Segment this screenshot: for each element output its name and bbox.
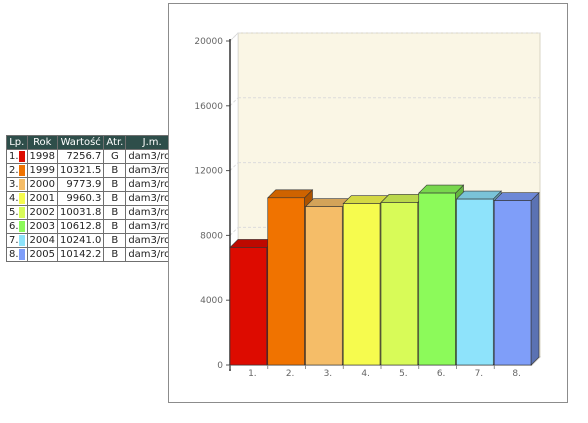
cell-lp: 2.: [7, 164, 27, 177]
x-tick-label: 6.: [437, 369, 446, 379]
cell-lp: 8.: [7, 248, 27, 261]
header-atr: Atr.: [104, 136, 126, 149]
x-tick-label: 8.: [512, 369, 521, 379]
table-row: 7. 2004 10241.0 Bdam3/rok: [7, 234, 179, 247]
cell-atr: B: [104, 220, 126, 233]
y-tick-label: 16000: [194, 102, 223, 112]
row-number: 1.: [9, 151, 19, 162]
cell-wartosc: 9960.3: [58, 192, 104, 205]
bar-top: [418, 184, 465, 194]
cell-atr: G: [104, 150, 126, 163]
legend-header-row: Lp. Rok Wartość Atr. J.m.: [7, 136, 179, 149]
row-number: 6.: [9, 221, 19, 232]
cell-atr: B: [104, 248, 126, 261]
x-tick-label: 1.: [248, 369, 257, 379]
bar-side: [530, 191, 540, 366]
bar: [418, 192, 456, 366]
table-row: 5. 2002 10031.8 Bdam3/rok: [7, 206, 179, 219]
bar: [342, 203, 381, 366]
cell-lp: 5.: [7, 206, 27, 219]
bar: [456, 198, 494, 366]
bar: [493, 200, 532, 366]
legend-body: 1. 1998 7256.7 Gdam3/rok 2. 1999 10321.5 Bdam3/…: [7, 150, 179, 261]
table-row: 4. 2001 9960.3 Bdam3/rok: [7, 192, 179, 205]
chart-panel: 0 4000 8000 12000 16000 20000 1. 2. 3. 4. 5. 6. 7. 8.: [168, 3, 568, 403]
color-swatch: [18, 150, 25, 162]
cell-rok: 1999: [27, 164, 57, 177]
row-number: 7.: [9, 235, 19, 246]
x-tick-label: 7.: [475, 369, 484, 379]
color-swatch: [18, 234, 25, 246]
cell-atr: B: [104, 164, 126, 177]
table-row: 8. 2005 10142.2 Bdam3/rok: [7, 248, 179, 261]
table-row: 2. 1999 10321.5 Bdam3/rok: [7, 164, 179, 177]
y-tick-label: 12000: [194, 167, 223, 177]
y-tick-label: 0: [217, 361, 223, 371]
color-swatch: [18, 206, 25, 218]
row-number: 3.: [9, 179, 19, 190]
cell-rok: 2004: [27, 234, 57, 247]
row-number: 8.: [9, 249, 19, 260]
cell-rok: 2003: [27, 220, 57, 233]
cell-atr: B: [104, 178, 126, 191]
cell-rok: 2002: [27, 206, 57, 219]
x-tick-label: 5.: [399, 369, 408, 379]
y-tick-label: 8000: [200, 231, 223, 241]
row-number: 2.: [9, 165, 19, 176]
bar-top: [455, 190, 502, 200]
cell-wartosc: 10031.8: [58, 206, 104, 219]
cell-rok: 1998: [27, 150, 57, 163]
color-swatch: [18, 178, 25, 190]
cell-lp: 7.: [7, 234, 27, 247]
color-swatch: [18, 220, 25, 232]
cell-atr: B: [104, 192, 126, 205]
y-tick-label: 20000: [194, 37, 223, 47]
cell-lp: 6.: [7, 220, 27, 233]
cell-atr: B: [104, 234, 126, 247]
cell-rok: 2001: [27, 192, 57, 205]
table-row: 6. 2003 10612.8 Bdam3/rok: [7, 220, 179, 233]
legend-table: Lp. Rok Wartość Atr. J.m. 1. 1998 7256.7 Gd…: [6, 135, 180, 262]
cell-wartosc: 10612.8: [58, 220, 104, 233]
cell-lp: 3.: [7, 178, 27, 191]
table-row: 1. 1998 7256.7 Gdam3/rok: [7, 150, 179, 163]
bar: [267, 197, 305, 366]
color-swatch: [18, 192, 25, 204]
bar: [380, 202, 419, 366]
header-lp: Lp.: [7, 136, 27, 149]
cell-atr: B: [104, 206, 126, 219]
bar: [305, 206, 343, 366]
row-number: 5.: [9, 207, 19, 218]
x-tick-label: 2.: [286, 369, 295, 379]
cell-rok: 2000: [27, 178, 57, 191]
cell-lp: 4.: [7, 192, 27, 205]
cell-lp: 1.: [7, 150, 27, 163]
cell-wartosc: 10321.5: [58, 164, 104, 177]
row-number: 4.: [9, 193, 19, 204]
bar-top: [493, 192, 540, 201]
color-swatch: [18, 164, 25, 176]
cell-wartosc: 7256.7: [58, 150, 104, 163]
x-tick-label: 4.: [361, 369, 370, 379]
bar-chart: 0 4000 8000 12000 16000 20000 1. 2. 3. 4. 5. 6. 7. 8.: [194, 32, 541, 379]
cell-wartosc: 10142.2: [58, 248, 104, 261]
header-rok: Rok: [27, 136, 57, 149]
bar: [229, 247, 268, 366]
bar-top: [267, 189, 314, 199]
header-wartosc: Wartość: [58, 136, 104, 149]
x-tick-label: 3.: [324, 369, 333, 379]
y-tick-label: 4000: [200, 296, 223, 306]
cell-wartosc: 10241.0: [58, 234, 104, 247]
color-swatch: [18, 248, 25, 260]
cell-wartosc: 9773.9: [58, 178, 104, 191]
cell-rok: 2005: [27, 248, 57, 261]
table-row: 3. 2000 9773.9 Bdam3/rok: [7, 178, 179, 191]
